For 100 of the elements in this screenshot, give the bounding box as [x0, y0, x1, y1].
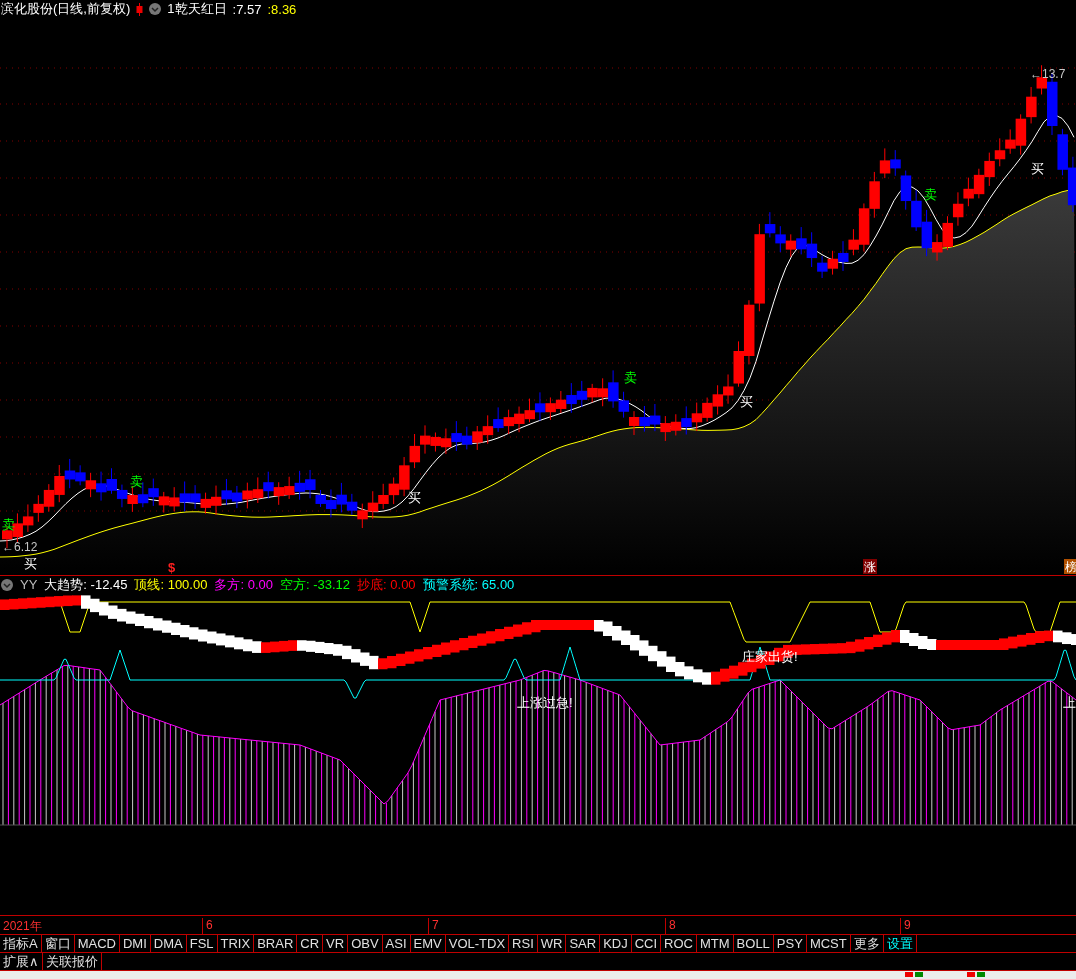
indicator-tab[interactable]: BRAR [254, 935, 298, 953]
price-label: ←6.12 [2, 540, 38, 554]
candlestick [64, 458, 76, 489]
indicator-tab[interactable]: ASI [382, 935, 411, 953]
indicator-tab[interactable]: ROC [661, 935, 697, 953]
candlestick [378, 483, 389, 510]
candlestick [43, 483, 55, 513]
candlestick [952, 191, 964, 227]
menu-tab[interactable]: 更多 [850, 935, 884, 953]
candlestick [357, 503, 368, 529]
candlestick [973, 168, 985, 199]
candlestick [545, 396, 556, 421]
indicator-tab[interactable]: RSI [509, 935, 538, 953]
candlestick [54, 464, 65, 503]
candlestick [785, 233, 797, 258]
candlestick [963, 177, 974, 207]
candlestick [702, 397, 713, 423]
candlestick [242, 482, 253, 509]
menu-tab[interactable]: 窗口 [41, 935, 75, 953]
candlestick [827, 250, 839, 276]
event-tag: 涨 [863, 559, 877, 574]
candlestick [346, 493, 358, 516]
buy-signal: 买 [24, 556, 37, 571]
candlestick [336, 482, 347, 513]
indicator-tab[interactable]: MCST [806, 935, 851, 953]
candlestick [367, 490, 379, 520]
indicator-value: 空方: -33.12 [279, 575, 351, 594]
indicator-value: 顶线: 100.00 [134, 575, 208, 594]
settings-tab[interactable]: 设置 [883, 935, 917, 953]
candlestick [629, 410, 640, 436]
candlestick [660, 415, 671, 442]
candlestick [503, 409, 515, 435]
candlestick [555, 390, 567, 414]
candlestick [190, 484, 201, 510]
candlestick [33, 494, 44, 523]
date-axis-label: 9 [900, 918, 911, 935]
candlestick [116, 484, 128, 508]
indicator-value: 抄底: 0.00 [357, 575, 416, 594]
candlestick [482, 414, 494, 445]
candlestick [273, 481, 285, 506]
menu-tab[interactable]: 指标A [0, 935, 42, 953]
candlestick [22, 503, 34, 533]
candlestick [284, 476, 295, 500]
candlestick [252, 476, 264, 504]
candlestick [524, 398, 535, 423]
indicator-tab[interactable]: EMV [410, 935, 446, 953]
candlestick [85, 472, 97, 498]
indicator-value: 预警系统: 65.00 [422, 575, 515, 594]
event-marker: $ [168, 560, 176, 575]
candlestick [608, 369, 619, 409]
date-axis-label: 6 [202, 918, 213, 935]
candlestick [200, 492, 212, 515]
buy-signal: 买 [740, 394, 753, 409]
indicator-tab[interactable]: DMA [150, 935, 187, 953]
indicator-tab[interactable]: CR [297, 935, 324, 953]
indicator-tab[interactable]: SAR [566, 935, 601, 953]
candlestick [263, 471, 274, 499]
candlestick [775, 225, 786, 253]
indicator-tab[interactable]: DMI [119, 935, 151, 953]
indicator-value: :7.57 [232, 1, 262, 17]
candlestick [231, 485, 243, 509]
dropdown-icon[interactable] [149, 3, 162, 15]
candlestick [649, 403, 661, 432]
candlestick [158, 491, 170, 514]
sell-signal: 卖 [2, 517, 15, 532]
candlestick [211, 485, 222, 516]
indicator-tab[interactable]: KDJ [600, 935, 632, 953]
indicator-tab[interactable]: OBV [348, 935, 383, 953]
date-axis-label: 8 [665, 918, 676, 935]
candlestick [221, 478, 232, 506]
indicator-tab[interactable]: VOL-TDX [445, 935, 510, 953]
indicator-name: 1乾天红日 [167, 0, 227, 18]
sell-signal: 卖 [924, 187, 937, 202]
candlestick [514, 406, 525, 433]
indicator-name: YY [20, 577, 38, 592]
indicator-tab[interactable]: FSL [186, 935, 218, 953]
candlestick [670, 413, 682, 436]
candlestick [984, 152, 995, 187]
candlestick [942, 215, 953, 251]
indicator-tab[interactable]: WR [537, 935, 567, 953]
candlestick [1057, 128, 1068, 176]
indicator-tab[interactable]: MTM [697, 935, 734, 953]
indicator-tab[interactable]: PSY [773, 935, 807, 953]
indicator-tab[interactable]: VR [323, 935, 349, 953]
panel-tab[interactable]: 扩展∧ [0, 953, 43, 971]
indicator-tab[interactable]: BOLL [733, 935, 774, 953]
candlestick [399, 456, 410, 497]
candlestick [743, 299, 755, 365]
candlestick [566, 382, 577, 414]
candlestick [106, 467, 117, 495]
indicator-tab[interactable]: TRIX [217, 935, 255, 953]
dropdown-icon[interactable] [1, 578, 13, 591]
candlestick [461, 426, 473, 450]
indicator-tab[interactable]: MACD [74, 935, 120, 953]
candlestick [75, 464, 86, 486]
panel-tab[interactable]: 关联报价 [42, 953, 102, 971]
candlestick [148, 478, 159, 507]
candlestick [911, 189, 922, 232]
indicator-tab[interactable]: CCI [631, 935, 662, 953]
candlestick [388, 476, 400, 505]
